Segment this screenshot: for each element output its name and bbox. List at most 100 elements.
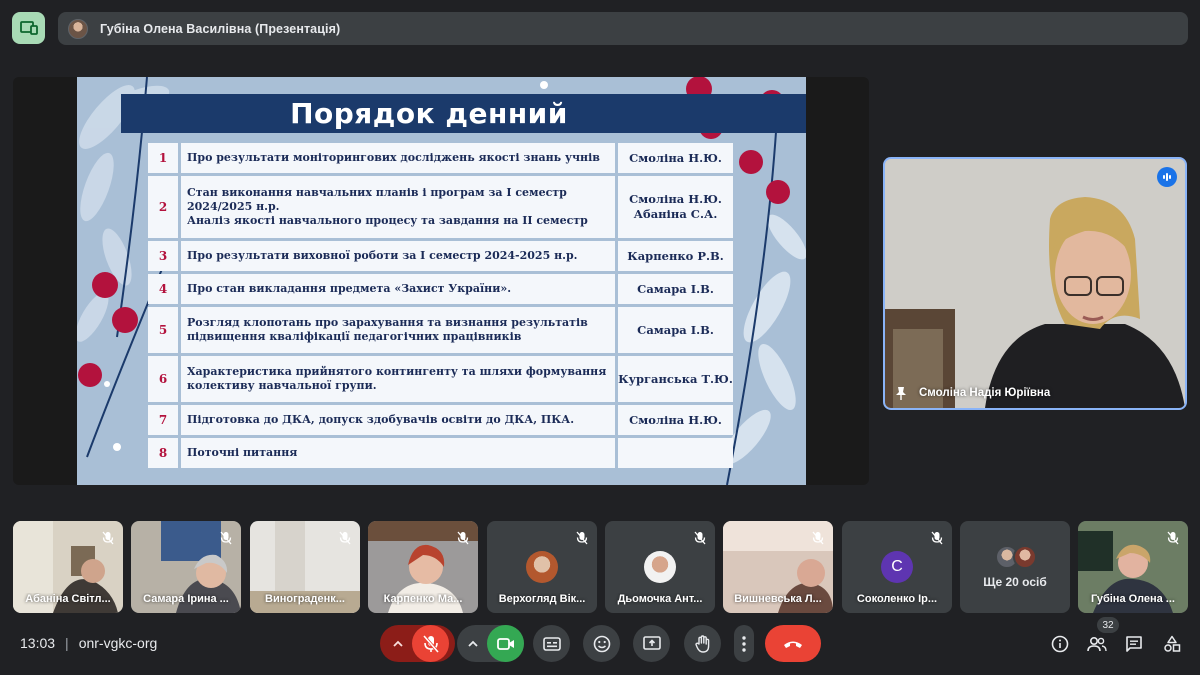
agenda-row-responsible: Карпенко Р.В. xyxy=(618,241,733,271)
microphone-toggle-button[interactable] xyxy=(412,625,449,662)
participant-tile[interactable]: Вишневська Л... xyxy=(723,521,833,613)
speaking-indicator-icon xyxy=(1157,167,1177,187)
participant-name: Абаніна Світл... xyxy=(25,593,111,605)
camera-toggle-button[interactable] xyxy=(487,625,524,662)
participant-video xyxy=(885,159,1185,408)
agenda-row-number: 5 xyxy=(148,307,178,353)
participant-name: Губіна Олена ... xyxy=(1091,593,1175,605)
participant-name: Винограденк... xyxy=(265,593,345,605)
agenda-row-number: 1 xyxy=(148,143,178,173)
people-button[interactable] xyxy=(1085,632,1109,656)
agenda-row-topic: Про результати виховної роботи за І семе… xyxy=(181,241,615,271)
agenda-row-topic: Про стан викладання предмета «Захист Укр… xyxy=(181,274,615,304)
agenda-responsible-line: Смоліна Н.Ю. xyxy=(629,192,722,206)
reactions-button[interactable] xyxy=(583,625,620,662)
participant-tile[interactable]: Карпенко Ма... xyxy=(368,521,478,613)
hang-up-icon xyxy=(784,641,802,648)
participant-avatar xyxy=(644,551,676,583)
agenda-responsible-line: Самара І.В. xyxy=(637,281,714,296)
people-icon xyxy=(1087,636,1107,652)
activities-icon xyxy=(1164,635,1181,652)
agenda-row-responsible: Смоліна Н.Ю. xyxy=(618,405,733,435)
mic-off-icon xyxy=(422,634,439,653)
agenda-row-responsible xyxy=(618,438,733,468)
pin-icon xyxy=(896,387,906,400)
more-vert-icon xyxy=(742,635,746,652)
video-options-chevron[interactable] xyxy=(460,625,486,662)
slide-title: Порядок денний xyxy=(290,97,568,130)
participant-name: Дьомочка Ант... xyxy=(617,593,703,605)
agenda-responsible-line: Самара І.В. xyxy=(637,322,714,337)
participant-tile[interactable]: Дьомочка Ант... xyxy=(605,521,715,613)
pinned-name-row: Смоліна Надія Юріївна xyxy=(895,386,1050,400)
meeting-code[interactable]: onr-vgkc-org xyxy=(79,635,158,651)
more-participants-tile[interactable]: Ще 20 осіб xyxy=(960,521,1070,613)
agenda-row-topic: Розгляд клопотань про зарахування та виз… xyxy=(181,307,615,353)
agenda-row-number: 4 xyxy=(148,274,178,304)
mic-off-icon xyxy=(928,529,946,547)
participant-tile[interactable]: Верхогляд Вік... xyxy=(487,521,597,613)
agenda-row-responsible: Смоліна Н.Ю. xyxy=(618,143,733,173)
pinned-participant-tile[interactable]: Смоліна Надія Юріївна xyxy=(883,157,1187,410)
mic-off-icon xyxy=(1164,529,1182,547)
agenda-table: 1 Про результати моніторингових досліджен… xyxy=(148,143,736,471)
presentation-stage: Порядок денний 1 Про результати моніторин… xyxy=(13,77,869,485)
meet-window: Губіна Олена Василівна (Презентація) Пор… xyxy=(0,0,1200,675)
participant-tile[interactable]: Губіна Олена ... xyxy=(1078,521,1188,613)
agenda-row-topic: Стан виконання навчальних планів і прогр… xyxy=(181,176,615,238)
chevron-up-icon xyxy=(393,640,403,647)
agenda-row-topic: Про результати моніторингових досліджень… xyxy=(181,143,615,173)
participant-name: Карпенко Ма... xyxy=(383,593,463,605)
agenda-topic-line: підвищення кваліфікації педагогічних пра… xyxy=(187,330,522,343)
participant-tile[interactable]: Винограденк... xyxy=(250,521,360,613)
raise-hand-button[interactable] xyxy=(684,625,721,662)
agenda-topic-line: Розгляд клопотань про зарахування та виз… xyxy=(187,316,588,329)
mic-off-icon xyxy=(217,529,235,547)
chat-button[interactable] xyxy=(1122,632,1146,656)
audio-options-chevron[interactable] xyxy=(384,625,412,662)
participant-name: Вишневська Л... xyxy=(734,593,822,605)
camera-icon xyxy=(496,637,514,650)
participant-name: Верхогляд Вік... xyxy=(498,593,586,605)
participant-name: Самара Ірина ... xyxy=(143,593,229,605)
agenda-row-number: 2 xyxy=(148,176,178,238)
agenda-responsible-line: Курганська Т.Ю. xyxy=(618,371,733,386)
agenda-row-number: 8 xyxy=(148,438,178,468)
agenda-responsible-line: Смоліна Н.Ю. xyxy=(629,412,722,427)
participant-tile[interactable]: Абаніна Світл... xyxy=(13,521,123,613)
mic-off-icon xyxy=(336,529,354,547)
agenda-responsible-line: Карпенко Р.В. xyxy=(627,248,724,263)
meeting-details-button[interactable] xyxy=(1048,632,1072,656)
emoji-icon xyxy=(593,635,610,652)
presenter-chip[interactable]: Губіна Олена Василівна (Презентація) xyxy=(58,12,1188,45)
agenda-row-responsible: Курганська Т.Ю. xyxy=(618,356,733,402)
mic-off-icon xyxy=(99,529,117,547)
more-participants-label: Ще 20 осіб xyxy=(983,575,1047,589)
captions-button[interactable] xyxy=(533,625,570,662)
agenda-row-topic: Підготовка до ДКА, допуск здобувачів осв… xyxy=(181,405,615,435)
presentation-layout-icon[interactable] xyxy=(12,12,45,44)
activities-button[interactable] xyxy=(1160,632,1184,656)
participant-tile[interactable]: С Соколенко Ір... xyxy=(842,521,952,613)
agenda-row-responsible: Самара І.В. xyxy=(618,274,733,304)
slide-title-band: Порядок денний xyxy=(121,94,806,133)
participant-name: Соколенко Ір... xyxy=(856,593,938,605)
agenda-topic-line: Про результати виховної роботи за І семе… xyxy=(187,249,578,262)
more-options-button[interactable] xyxy=(734,625,754,662)
agenda-row-topic: Поточні питання xyxy=(181,438,615,468)
present-screen-button[interactable] xyxy=(633,625,670,662)
participant-tile[interactable]: Самара Ірина ... xyxy=(131,521,241,613)
meeting-info: 13:03 | onr-vgkc-org xyxy=(20,635,157,651)
agenda-row-topic: Характеристика прийнятого контингенту та… xyxy=(181,356,615,402)
people-count-badge: 32 xyxy=(1097,617,1119,633)
agenda-row-number: 3 xyxy=(148,241,178,271)
agenda-row: 8 Поточні питання xyxy=(148,438,736,468)
agenda-row-responsible: Самара І.В. xyxy=(618,307,733,353)
agenda-topic-line: Підготовка до ДКА, допуск здобувачів осв… xyxy=(187,413,575,426)
more-participants-avatars xyxy=(995,545,1037,569)
mic-off-icon xyxy=(573,529,591,547)
agenda-row: 1 Про результати моніторингових досліджен… xyxy=(148,143,736,173)
agenda-responsible-line: Абаніна С.А. xyxy=(633,207,718,221)
leave-call-button[interactable] xyxy=(765,625,821,662)
agenda-topic-line: Стан виконання навчальних планів і прогр… xyxy=(187,186,567,199)
